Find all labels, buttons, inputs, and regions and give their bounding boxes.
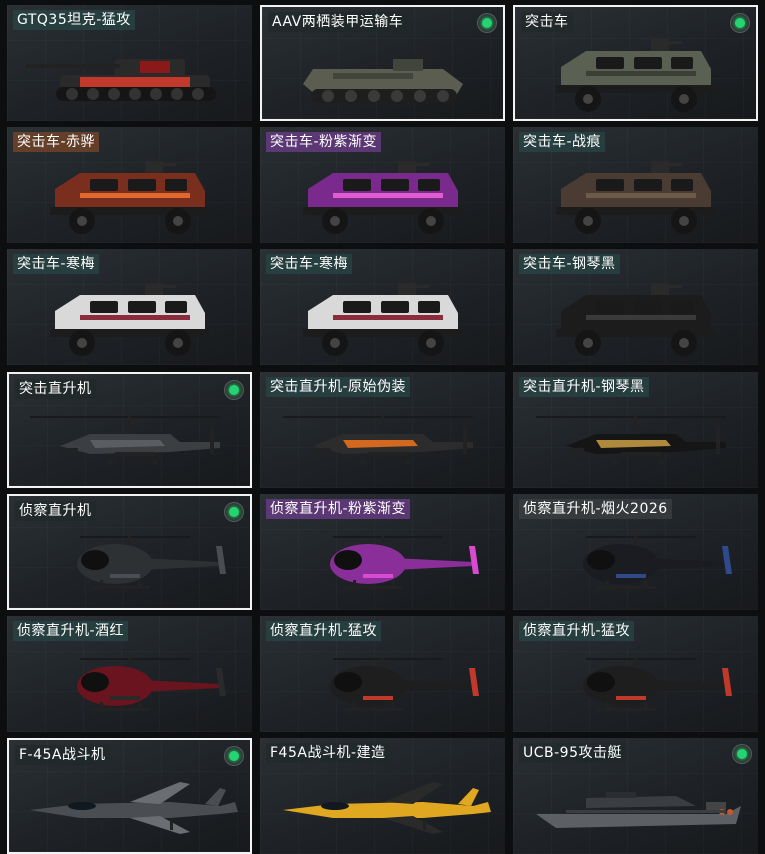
truck-image bbox=[513, 271, 758, 365]
boat-image bbox=[513, 760, 758, 854]
vehicle-card[interactable]: AAV两栖装甲运输车 bbox=[260, 5, 505, 121]
scout-heli-image bbox=[260, 638, 505, 732]
owned-indicator-icon bbox=[478, 14, 496, 32]
jet-image bbox=[260, 760, 505, 854]
scout-heli-image bbox=[7, 638, 252, 732]
apc-image bbox=[262, 29, 503, 119]
vehicle-card[interactable]: 侦察直升机-粉紫渐变 bbox=[260, 494, 505, 610]
truck-image bbox=[260, 271, 505, 365]
jet-image bbox=[9, 762, 250, 852]
vehicle-name: 突击车 bbox=[521, 12, 573, 32]
attack-heli-image bbox=[9, 396, 250, 486]
scout-heli-image bbox=[260, 516, 505, 610]
vehicle-name: 侦察直升机 bbox=[15, 501, 96, 521]
vehicle-card[interactable]: 突击车-钢琴黑 bbox=[513, 249, 758, 365]
vehicle-card[interactable]: 侦察直升机 bbox=[7, 494, 252, 610]
truck-image bbox=[513, 149, 758, 243]
vehicle-card[interactable]: 侦察直升机-猛攻 bbox=[513, 616, 758, 732]
attack-heli-image bbox=[260, 394, 505, 488]
vehicle-card[interactable]: UCB-95攻击艇 bbox=[513, 738, 758, 854]
vehicle-name: 突击车-赤骅 bbox=[13, 132, 100, 152]
vehicle-card[interactable]: 突击车-战痕 bbox=[513, 127, 758, 243]
vehicle-card[interactable]: 突击直升机-钢琴黑 bbox=[513, 372, 758, 488]
vehicle-card[interactable]: 侦察直升机-烟火2026 bbox=[513, 494, 758, 610]
vehicle-name: 侦察直升机-猛攻 bbox=[519, 621, 635, 641]
truck-image bbox=[7, 271, 252, 365]
owned-indicator-icon bbox=[733, 745, 751, 763]
owned-indicator-icon bbox=[225, 503, 243, 521]
owned-indicator-icon bbox=[225, 381, 243, 399]
vehicle-name: GTQ35坦克-猛攻 bbox=[13, 10, 135, 30]
vehicle-name: 侦察直升机-酒红 bbox=[13, 621, 129, 641]
vehicle-card[interactable]: GTQ35坦克-猛攻 bbox=[7, 5, 252, 121]
scout-heli-image bbox=[9, 518, 250, 608]
truck-image bbox=[7, 149, 252, 243]
vehicle-card[interactable]: 突击车-寒梅 bbox=[260, 249, 505, 365]
attack-heli-image bbox=[513, 394, 758, 488]
vehicle-card[interactable]: 侦察直升机-酒红 bbox=[7, 616, 252, 732]
vehicle-name: F-45A战斗机 bbox=[15, 745, 110, 765]
vehicle-name: 突击车-粉紫渐变 bbox=[266, 132, 382, 152]
owned-indicator-icon bbox=[731, 14, 749, 32]
vehicle-name: 侦察直升机-烟火2026 bbox=[519, 499, 672, 519]
vehicle-card[interactable]: 突击直升机 bbox=[7, 372, 252, 488]
vehicle-card[interactable]: 突击车-赤骅 bbox=[7, 127, 252, 243]
vehicle-name: 突击直升机 bbox=[15, 379, 96, 399]
vehicle-card[interactable]: 突击直升机-原始伪装 bbox=[260, 372, 505, 488]
tank-image bbox=[7, 27, 252, 121]
vehicle-name: 突击车-战痕 bbox=[519, 132, 606, 152]
owned-indicator-icon bbox=[225, 747, 243, 765]
scout-heli-image bbox=[513, 638, 758, 732]
vehicle-card[interactable]: 突击车-粉紫渐变 bbox=[260, 127, 505, 243]
vehicle-name: 突击车-寒梅 bbox=[13, 254, 100, 274]
vehicle-name: UCB-95攻击艇 bbox=[519, 743, 626, 763]
vehicle-name: F45A战斗机-建造 bbox=[266, 743, 390, 763]
truck-image bbox=[260, 149, 505, 243]
vehicle-name: 突击直升机-原始伪装 bbox=[266, 377, 411, 397]
vehicle-name: 侦察直升机-猛攻 bbox=[266, 621, 382, 641]
vehicle-card[interactable]: F-45A战斗机 bbox=[7, 738, 252, 854]
vehicle-card[interactable]: 突击车 bbox=[513, 5, 758, 121]
vehicle-skin-grid: GTQ35坦克-猛攻 AAV两栖装甲运输车 突击车 突击车-赤骅 突击车-粉紫渐… bbox=[0, 0, 765, 854]
vehicle-name: 突击车-寒梅 bbox=[266, 254, 353, 274]
vehicle-name: AAV两栖装甲运输车 bbox=[268, 12, 408, 32]
vehicle-name: 侦察直升机-粉紫渐变 bbox=[266, 499, 411, 519]
truck-image bbox=[515, 29, 756, 119]
vehicle-name: 突击车-钢琴黑 bbox=[519, 254, 620, 274]
vehicle-card[interactable]: 突击车-寒梅 bbox=[7, 249, 252, 365]
scout-heli-image bbox=[513, 516, 758, 610]
vehicle-card[interactable]: F45A战斗机-建造 bbox=[260, 738, 505, 854]
vehicle-card[interactable]: 侦察直升机-猛攻 bbox=[260, 616, 505, 732]
vehicle-name: 突击直升机-钢琴黑 bbox=[519, 377, 649, 397]
